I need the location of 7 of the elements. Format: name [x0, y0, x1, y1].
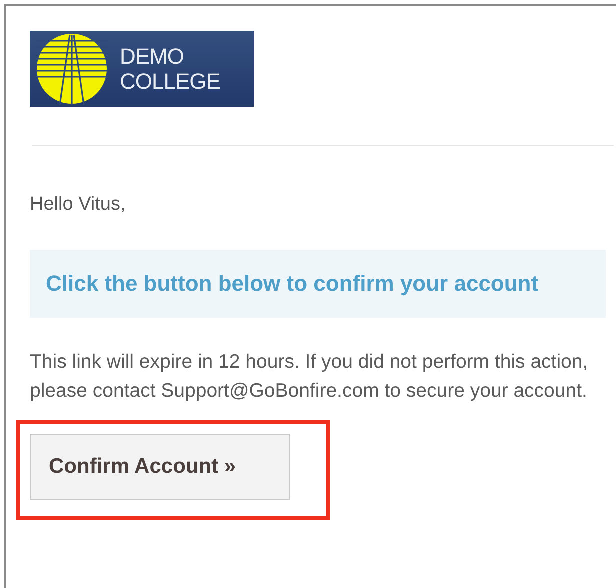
callout-message: Click the button below to confirm your account — [30, 250, 606, 318]
logo-text: COLLEGE — [120, 69, 220, 94]
greeting-text: Hello Vitus, — [30, 193, 127, 217]
logo-text: DEMO — [120, 44, 185, 69]
expiry-message: This link will expire in 12 hours. If you did not perform this action, please contact Support@GoBonfire.com to secure your account. — [30, 350, 590, 404]
sun-logo-icon — [36, 33, 108, 105]
confirm-account-button[interactable]: Confirm Account » — [30, 434, 290, 500]
